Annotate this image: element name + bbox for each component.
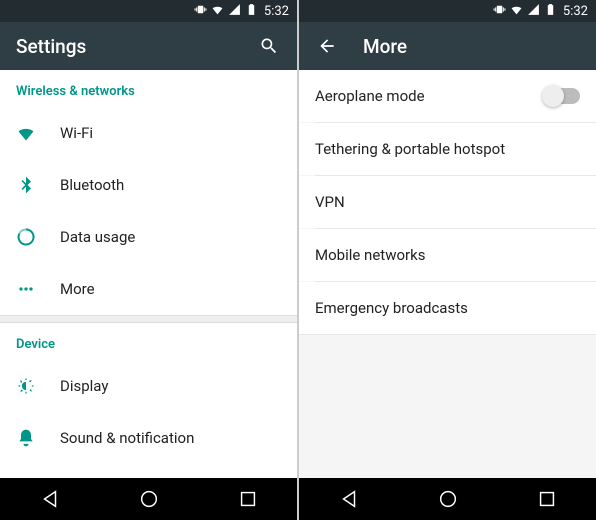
section-divider bbox=[0, 315, 297, 323]
more-item-label: Tethering & portable hotspot bbox=[315, 140, 580, 158]
signal-icon bbox=[228, 3, 241, 19]
divider bbox=[299, 334, 596, 335]
section-header-wireless: Wireless & networks bbox=[0, 70, 297, 107]
data-usage-icon bbox=[16, 227, 60, 247]
settings-item-label: Display bbox=[60, 377, 281, 395]
settings-item-wifi[interactable]: Wi-Fi bbox=[0, 107, 297, 159]
settings-item-label: Sound & notification bbox=[60, 429, 281, 447]
more-screen: 5:32 More Aeroplane mode Tethering & por… bbox=[299, 0, 596, 520]
signal-icon bbox=[527, 3, 540, 19]
wifi-icon bbox=[211, 3, 224, 19]
sound-icon bbox=[16, 428, 60, 448]
settings-item-label: Bluetooth bbox=[60, 176, 281, 194]
status-bar: 5:32 bbox=[299, 0, 596, 22]
wifi-icon bbox=[510, 3, 523, 19]
more-icon bbox=[16, 279, 60, 299]
more-item-label: Mobile networks bbox=[315, 246, 580, 264]
more-content: Aeroplane mode Tethering & portable hots… bbox=[299, 70, 596, 478]
settings-item-sound[interactable]: Sound & notification bbox=[0, 412, 297, 464]
nav-home-button[interactable] bbox=[136, 486, 162, 512]
more-item-tethering[interactable]: Tethering & portable hotspot bbox=[299, 123, 596, 175]
app-bar-title: More bbox=[363, 35, 580, 58]
section-header-device: Device bbox=[0, 323, 297, 360]
more-item-emergency[interactable]: Emergency broadcasts bbox=[299, 282, 596, 334]
settings-item-label: Wi-Fi bbox=[60, 124, 281, 142]
more-item-vpn[interactable]: VPN bbox=[299, 176, 596, 228]
more-item-label: Aeroplane mode bbox=[315, 87, 544, 105]
vibrate-icon bbox=[493, 3, 506, 19]
wifi-icon bbox=[16, 123, 60, 143]
nav-back-button[interactable] bbox=[37, 486, 63, 512]
more-item-aeroplane[interactable]: Aeroplane mode bbox=[299, 70, 596, 122]
settings-item-bluetooth[interactable]: Bluetooth bbox=[0, 159, 297, 211]
back-button[interactable] bbox=[315, 34, 339, 58]
nav-home-button[interactable] bbox=[435, 486, 461, 512]
status-bar: 5:32 bbox=[0, 0, 297, 22]
battery-icon bbox=[544, 3, 557, 19]
nav-back-button[interactable] bbox=[336, 486, 362, 512]
more-item-mobile-networks[interactable]: Mobile networks bbox=[299, 229, 596, 281]
search-button[interactable] bbox=[257, 34, 281, 58]
settings-item-more[interactable]: More bbox=[0, 263, 297, 315]
display-icon bbox=[16, 376, 60, 396]
battery-icon bbox=[245, 3, 258, 19]
more-item-label: VPN bbox=[315, 193, 580, 211]
settings-item-data-usage[interactable]: Data usage bbox=[0, 211, 297, 263]
settings-item-label: More bbox=[60, 280, 281, 298]
navigation-bar bbox=[299, 478, 596, 520]
bluetooth-icon bbox=[16, 175, 60, 195]
clock-label: 5:32 bbox=[264, 4, 289, 19]
app-bar: Settings bbox=[0, 22, 297, 70]
more-item-label: Emergency broadcasts bbox=[315, 299, 580, 317]
settings-item-label: Data usage bbox=[60, 228, 281, 246]
app-bar: More bbox=[299, 22, 596, 70]
app-bar-title: Settings bbox=[16, 35, 257, 58]
settings-screen: 5:32 Settings Wireless & networks Wi-Fi … bbox=[0, 0, 297, 520]
clock-label: 5:32 bbox=[563, 4, 588, 19]
search-icon bbox=[259, 36, 279, 56]
vibrate-icon bbox=[194, 3, 207, 19]
nav-recents-button[interactable] bbox=[534, 486, 560, 512]
nav-recents-button[interactable] bbox=[235, 486, 261, 512]
settings-item-display[interactable]: Display bbox=[0, 360, 297, 412]
aeroplane-toggle[interactable] bbox=[544, 88, 580, 104]
settings-content: Wireless & networks Wi-Fi Bluetooth Data… bbox=[0, 70, 297, 478]
arrow-back-icon bbox=[317, 36, 337, 56]
navigation-bar bbox=[0, 478, 297, 520]
